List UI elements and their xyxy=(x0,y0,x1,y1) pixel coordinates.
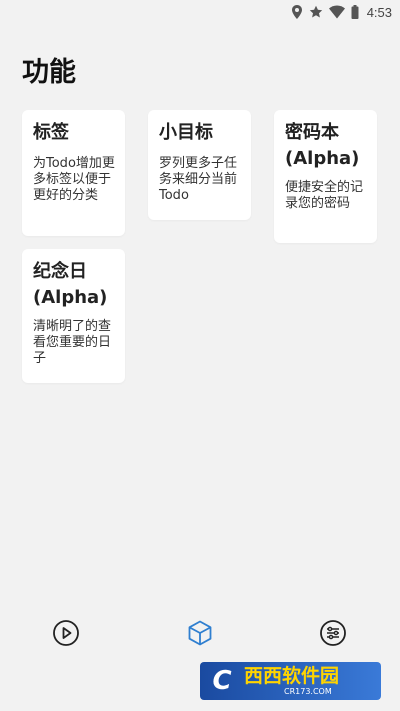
nav-tab-play[interactable] xyxy=(51,618,81,648)
watermark-main-text: 西西软件园 xyxy=(244,664,340,687)
status-time: 4:53 xyxy=(366,4,392,20)
play-circle-icon xyxy=(53,620,79,646)
watermark-sub-text: CR173.COM xyxy=(284,686,332,696)
bottom-navigation xyxy=(0,610,400,656)
page-title: 功能 xyxy=(22,57,76,88)
card-title: 密码本(Alpha) xyxy=(285,122,360,169)
watermark-logo: C 西西软件园 CR173.COM xyxy=(200,662,381,700)
nav-tab-features[interactable] xyxy=(185,618,215,648)
card-description: 为Todo增加更多标签以便于更好的分类 xyxy=(33,156,115,203)
location-icon xyxy=(291,5,303,19)
card-description: 便捷安全的记录您的密码 xyxy=(285,180,364,211)
card-title: 纪念日(Alpha) xyxy=(33,261,108,308)
card-title: 标签 xyxy=(33,122,69,143)
card-description: 罗列更多子任务来细分当前Todo xyxy=(159,156,238,203)
star-icon xyxy=(309,5,323,19)
card-description: 清晰明了的查看您重要的日子 xyxy=(33,319,112,366)
feature-card-password-book[interactable]: 密码本(Alpha) 便捷安全的记录您的密码 xyxy=(274,110,377,243)
settings-sliders-icon xyxy=(320,620,346,646)
nav-tab-settings[interactable] xyxy=(318,618,348,648)
battery-icon xyxy=(351,5,359,19)
status-bar: 4:53 xyxy=(0,0,400,24)
feature-card-anniversary[interactable]: 纪念日(Alpha) 清晰明了的查看您重要的日子 xyxy=(22,249,125,383)
card-title: 小目标 xyxy=(159,122,213,143)
cube-icon xyxy=(188,620,212,646)
feature-card-subtasks[interactable]: 小目标 罗列更多子任务来细分当前Todo xyxy=(148,110,251,220)
wifi-icon xyxy=(328,5,345,19)
watermark-c-icon: C xyxy=(212,666,232,696)
feature-card-tags[interactable]: 标签 为Todo增加更多标签以便于更好的分类 xyxy=(22,110,125,236)
